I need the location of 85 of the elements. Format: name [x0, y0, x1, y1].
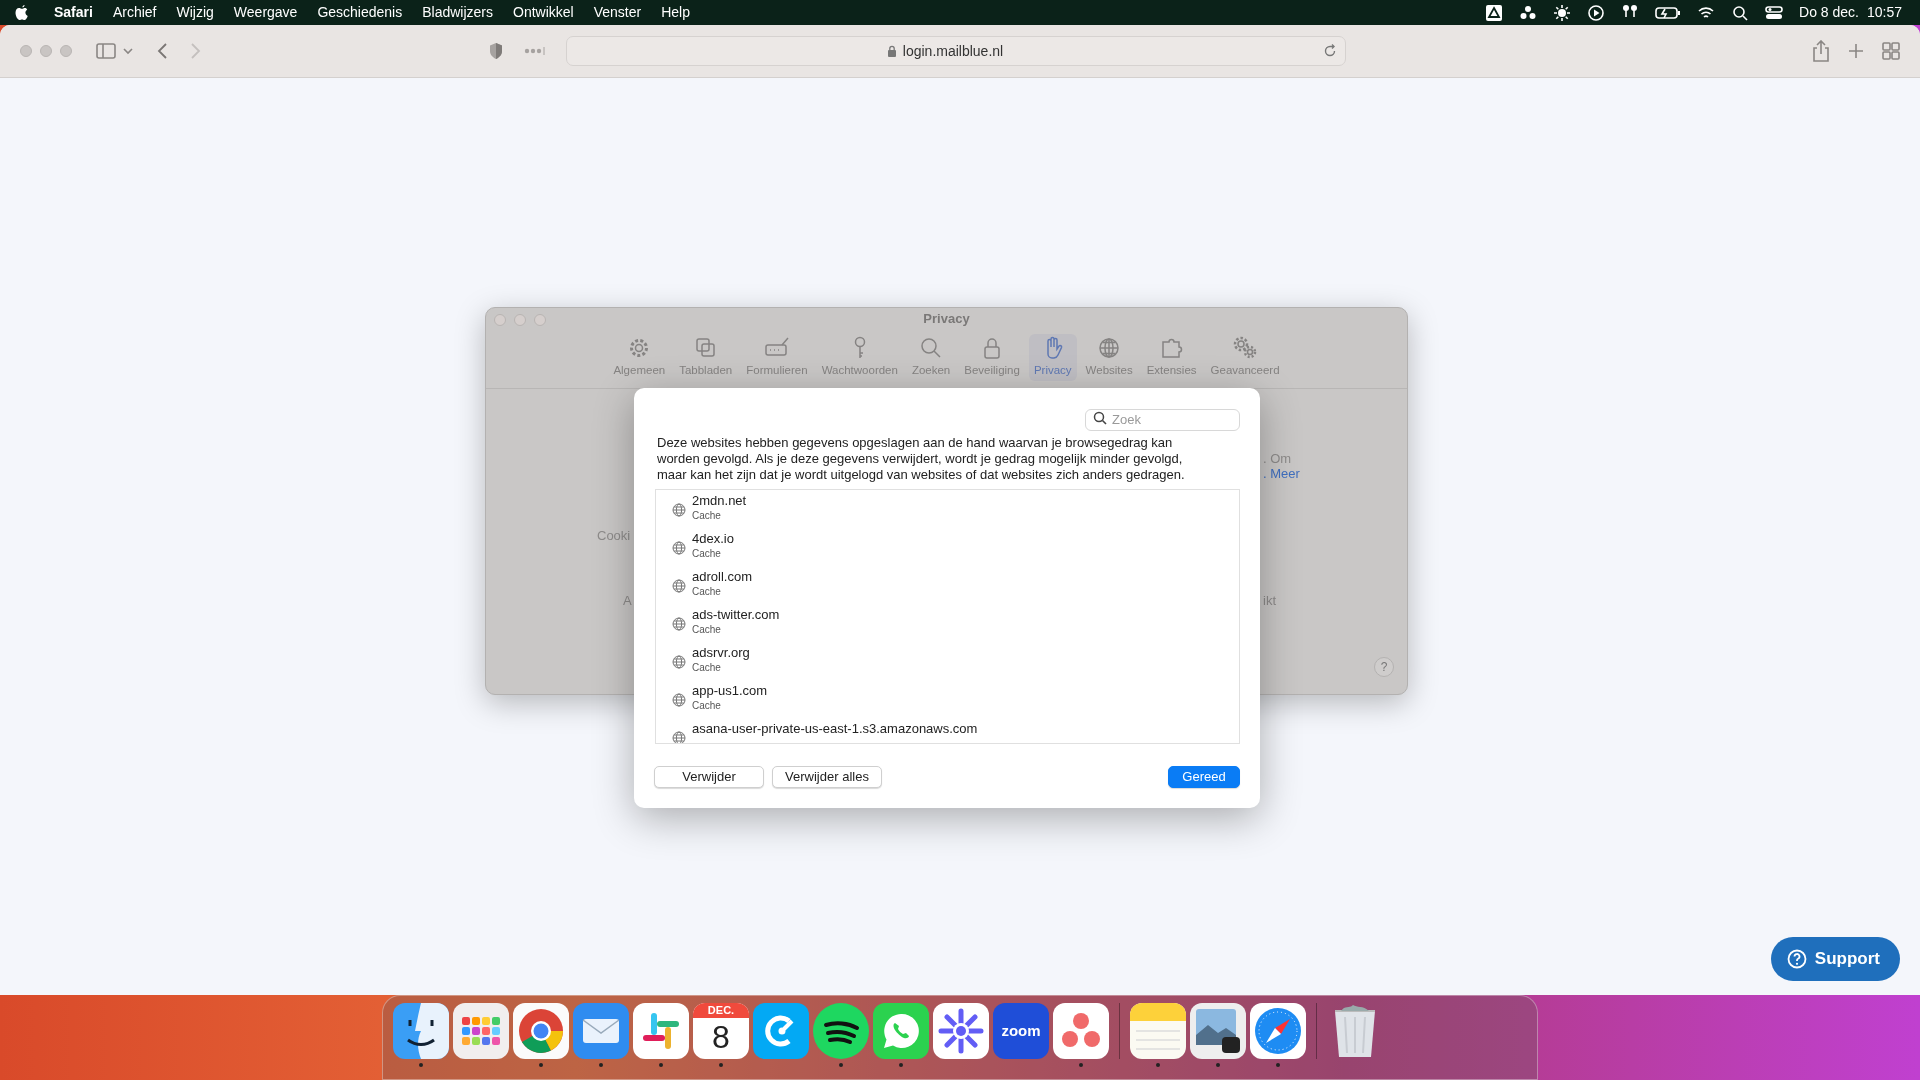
website-name: adsrvr.org: [692, 645, 750, 661]
website-name: adroll.com: [692, 569, 752, 585]
website-row[interactable]: ads-twitter.com Cache: [656, 604, 1239, 642]
tabs-icon: [693, 336, 718, 360]
compass-app-icon[interactable]: [1250, 1003, 1306, 1059]
grid-app-icon[interactable]: [453, 1003, 509, 1059]
apple-icon[interactable]: [14, 3, 30, 22]
help-icon: [1786, 949, 1807, 969]
website-row[interactable]: 2mdn.net Cache: [656, 490, 1239, 528]
menu-item[interactable]: Weergave: [223, 2, 308, 23]
shield-icon[interactable]: [488, 42, 504, 60]
play-icon[interactable]: [1587, 3, 1605, 22]
website-row[interactable]: adsrvr.org Cache: [656, 642, 1239, 680]
search-icon: [1093, 411, 1107, 425]
envelope-app-icon[interactable]: [573, 1003, 629, 1059]
website-name: ads-twitter.com: [692, 607, 780, 623]
window-title: Privacy: [923, 310, 970, 329]
starburst-app-icon[interactable]: [933, 1003, 989, 1059]
search-field[interactable]: Zoek: [1085, 408, 1240, 431]
website-row[interactable]: asana-user-private-us-east-1.s3.amazonaws.com: [656, 718, 1239, 743]
menu-item[interactable]: Archief: [102, 2, 167, 23]
data-type-text: Cache: [692, 623, 722, 636]
cookies-label: Cooki: [597, 527, 631, 546]
sun-icon[interactable]: [1553, 3, 1571, 22]
notepad-app-icon[interactable]: [1130, 1003, 1186, 1059]
globe-icon: [1097, 336, 1122, 360]
menu-item[interactable]: Safari: [44, 2, 103, 23]
menu-item[interactable]: Wijzig: [166, 2, 224, 23]
globe-icon: [672, 655, 686, 669]
three-dots-icon[interactable]: [1519, 3, 1537, 22]
dialog-button[interactable]: Gereed: [1168, 766, 1240, 788]
face-app-icon[interactable]: [393, 1003, 449, 1059]
reload-icon[interactable]: [1323, 44, 1337, 58]
globe-icon: [672, 503, 686, 517]
puzzle-icon: [1159, 336, 1184, 360]
menu-item[interactable]: Ontwikkel: [503, 2, 584, 23]
dots-icon[interactable]: [524, 46, 546, 56]
address-text: login.mailblue.nl: [902, 41, 1004, 61]
dialog-button[interactable]: Verwijder alles: [772, 766, 882, 788]
photo-app-icon[interactable]: [1190, 1003, 1246, 1059]
lock-icon: [886, 45, 897, 57]
phone-bubble-app-icon[interactable]: [873, 1003, 929, 1059]
ring-app-icon[interactable]: [513, 1003, 569, 1059]
three-dots-app-icon[interactable]: [1053, 1003, 1109, 1059]
menu-item[interactable]: Venster: [583, 2, 652, 23]
video-app-icon[interactable]: zoom: [993, 1003, 1049, 1059]
hash-app-icon[interactable]: [633, 1003, 689, 1059]
address-field[interactable]: login.mailblue.nl: [566, 36, 1346, 66]
clock-c-app-icon[interactable]: [753, 1003, 809, 1059]
website-row[interactable]: 4dex.io Cache: [656, 528, 1239, 566]
control-center-icon[interactable]: [1765, 3, 1783, 22]
website-name: 2mdn.net: [692, 493, 747, 509]
search-icon[interactable]: [1731, 3, 1749, 22]
menu-bar-date[interactable]: Do 8 dec.: [1799, 2, 1859, 23]
globe-icon: [672, 617, 686, 631]
website-row[interactable]: app-us1.com Cache: [656, 680, 1239, 718]
globe-icon: [672, 731, 686, 743]
website-name: asana-user-private-us-east-1.s3.amazonaws.com: [692, 721, 978, 737]
calendar-app-icon[interactable]: DEC. 8: [693, 1003, 749, 1059]
website-name: app-us1.com: [692, 683, 768, 699]
sound-waves-app-icon[interactable]: [813, 1003, 869, 1059]
data-type-text: Cache: [692, 661, 722, 674]
gears-icon: [1233, 336, 1258, 360]
data-type-text: Cache: [692, 547, 722, 560]
globe-icon: [672, 541, 686, 555]
globe-icon: [672, 579, 686, 593]
globe-icon: [672, 693, 686, 707]
data-type-text: Cache: [692, 585, 722, 598]
menu-item[interactable]: Help: [651, 2, 700, 23]
description-text: Deze websites hebben gegevens opgeslagen aan de hand waarvan je browsegedrag kan worden gevolgd. Als je deze gegevens verwijdert, wordt je gedrag mogelijk minder gevolgd, maar kan het zijn dat je wordt uitgelogd van websites of dat websites zich anders gedragen.: [657, 435, 1186, 483]
menu-bar-time[interactable]: 10:57: [1866, 2, 1902, 23]
data-type-text: Cache: [692, 509, 722, 522]
share-icon[interactable]: [1812, 40, 1830, 62]
tab-overview-icon[interactable]: [1882, 42, 1900, 60]
chevron-down-icon[interactable]: [122, 45, 134, 57]
dialog-button[interactable]: Verwijder: [654, 766, 764, 788]
sidebar-icon[interactable]: [96, 43, 116, 59]
website-name: 4dex.io: [692, 531, 734, 547]
data-type-text: Cache: [692, 699, 722, 712]
website-row[interactable]: adroll.com Cache: [656, 566, 1239, 604]
menu-item[interactable]: Geschiedenis: [307, 2, 413, 23]
menu-item[interactable]: Bladwijzers: [412, 2, 504, 23]
back-icon[interactable]: [156, 42, 168, 60]
support-button[interactable]: Support: [1770, 937, 1900, 981]
drive-icon[interactable]: [1485, 3, 1503, 22]
